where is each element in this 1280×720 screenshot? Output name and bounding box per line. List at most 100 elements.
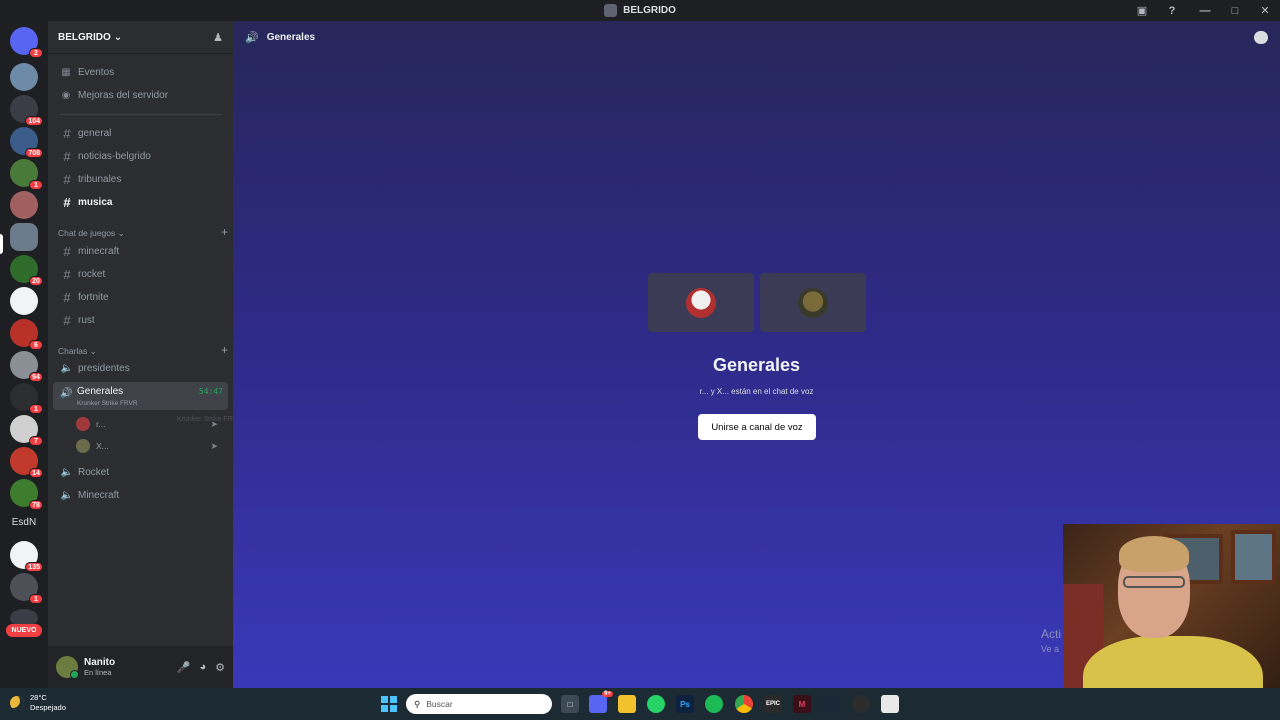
channel-tribunales[interactable]: # tribunales: [54, 169, 227, 190]
discord-taskbar-icon[interactable]: 9+: [589, 691, 613, 713]
server-icon[interactable]: [10, 287, 38, 315]
inbox-icon[interactable]: ▣: [1130, 0, 1154, 21]
weather-widget[interactable]: 28°C Despejado: [10, 693, 66, 713]
file-explorer-icon[interactable]: [618, 695, 636, 713]
invite-people-icon[interactable]: ♟: [213, 31, 223, 44]
participant-tile[interactable]: [760, 273, 866, 332]
voice-user[interactable]: X... ➤: [76, 437, 226, 455]
add-channel-icon[interactable]: +: [221, 225, 228, 239]
boosts-label: Mejoras del servidor: [78, 90, 169, 101]
home-button[interactable]: 2: [10, 27, 43, 58]
server-boosts-item[interactable]: ◉ Mejoras del servidor: [54, 85, 227, 106]
unread-badge: 78: [29, 500, 43, 510]
voice-user-name: X...: [96, 441, 109, 451]
unread-badge: 708: [25, 148, 43, 158]
activate-windows-watermark-sub: Ve a: [1041, 644, 1060, 654]
channel-noticias[interactable]: # noticias-belgrido: [54, 146, 227, 167]
server-icon[interactable]: 135: [10, 541, 43, 572]
temperature: 28°C: [30, 693, 47, 702]
chrome-icon[interactable]: [735, 695, 753, 713]
events-item[interactable]: ▦ Eventos: [54, 62, 227, 83]
avatar: [76, 417, 90, 431]
server-icon[interactable]: 1: [10, 573, 43, 604]
obs-icon[interactable]: [852, 695, 870, 713]
help-icon[interactable]: ?: [1160, 0, 1184, 21]
channel-label: fortnite: [78, 292, 109, 303]
microphone-icon[interactable]: 🎤: [177, 661, 191, 674]
server-icon-belgrido[interactable]: [10, 223, 38, 251]
epic-games-icon[interactable]: EPIC: [764, 695, 782, 713]
task-view-icon[interactable]: □: [561, 695, 579, 713]
divider: [60, 114, 222, 115]
server-icon[interactable]: 104: [10, 95, 43, 126]
channel-header: 🔊 Generales: [233, 21, 1280, 54]
windows-start-icon[interactable]: [381, 696, 397, 712]
weather-condition: Despejado: [30, 703, 66, 712]
user-avatar[interactable]: [56, 656, 79, 679]
server-icon[interactable]: 708: [10, 127, 43, 158]
server-icon[interactable]: 1: [10, 383, 43, 414]
voice-channel-presidentes[interactable]: 🔈 presidentes: [54, 358, 227, 379]
taskbar-search[interactable]: ⚲ Buscar: [406, 694, 552, 714]
server-icon[interactable]: [10, 191, 38, 219]
voice-timer: 54:47: [198, 387, 223, 396]
whatsapp-icon[interactable]: [647, 695, 665, 713]
calendar-app-icon[interactable]: [881, 695, 899, 713]
voice-channel-generales[interactable]: 🔊 Generales Krunker Strike FRVR 54:47: [53, 382, 228, 410]
server-icon[interactable]: 20: [10, 255, 43, 286]
avatar: [76, 439, 90, 453]
steam-icon[interactable]: [822, 695, 840, 713]
windows-taskbar: 28°C Despejado ⚲ Buscar □ 9+ Ps EPIC M: [0, 688, 1280, 720]
server-icon[interactable]: 14: [10, 447, 43, 478]
participant-tile[interactable]: [648, 273, 754, 332]
channel-fortnite[interactable]: # fortnite: [54, 287, 227, 308]
window-title-group: BELGRIDO: [604, 4, 676, 17]
server-icon[interactable]: 94: [10, 351, 43, 382]
gear-icon[interactable]: ⚙: [215, 661, 225, 674]
maximize-button[interactable]: □: [1220, 0, 1250, 21]
channel-label: Rocket: [78, 467, 110, 478]
channel-minecraft[interactable]: # minecraft: [54, 241, 227, 262]
avatar: [798, 287, 828, 318]
channel-musica[interactable]: # musica: [54, 192, 227, 213]
guild-header[interactable]: BELGRIDO ⌄ ♟: [48, 21, 233, 54]
photoshop-icon[interactable]: Ps: [676, 695, 694, 713]
channel-rust[interactable]: # rust: [54, 310, 227, 331]
server-icon[interactable]: 6: [10, 319, 43, 350]
headphones-icon[interactable]: ◕: [199, 661, 206, 674]
add-channel-icon[interactable]: +: [221, 343, 228, 357]
close-button[interactable]: ✕: [1250, 0, 1280, 21]
hash-icon: #: [63, 195, 71, 210]
category-charlas[interactable]: Charlas ⌄ +: [58, 343, 228, 357]
channel-general[interactable]: # general: [54, 123, 227, 144]
server-icon[interactable]: [10, 63, 38, 91]
join-voice-button[interactable]: Unirse a canal de voz: [698, 414, 816, 440]
chevron-down-icon: ⌄: [89, 346, 97, 356]
minimize-button[interactable]: —: [1190, 0, 1220, 21]
glasses: [1123, 576, 1185, 588]
chat-bubble-icon[interactable]: [1254, 31, 1268, 44]
server-text-icon[interactable]: EsdN: [4, 517, 44, 528]
channel-label: musica: [78, 197, 113, 208]
hash-icon: #: [63, 313, 71, 328]
voice-channel-minecraft[interactable]: 🔈 Minecraft: [54, 485, 227, 506]
spotify-icon[interactable]: [705, 695, 723, 713]
moon-icon: [10, 696, 24, 710]
channel-label: Minecraft: [78, 490, 120, 501]
channel-rocket[interactable]: # rocket: [54, 264, 227, 285]
calendar-icon: ▦: [61, 67, 71, 78]
category-chat-de-juegos[interactable]: Chat de juegos ⌄ +: [58, 225, 228, 239]
server-icon[interactable]: 1: [10, 159, 43, 190]
hash-icon: #: [63, 149, 71, 164]
server-icon[interactable]: 78: [10, 479, 43, 510]
server-icon[interactable]: 7: [10, 415, 43, 446]
voice-channel-rocket[interactable]: 🔈 Rocket: [54, 462, 227, 483]
window-background: [1231, 530, 1276, 584]
new-badge: NUEVO: [6, 624, 42, 637]
unread-badge: 135: [25, 562, 43, 572]
editor-app-icon[interactable]: M: [793, 695, 811, 713]
hash-icon: #: [63, 126, 71, 141]
unread-badge: 94: [29, 372, 43, 382]
speaker-icon: 🔈: [60, 363, 74, 374]
avatar: [686, 287, 716, 318]
